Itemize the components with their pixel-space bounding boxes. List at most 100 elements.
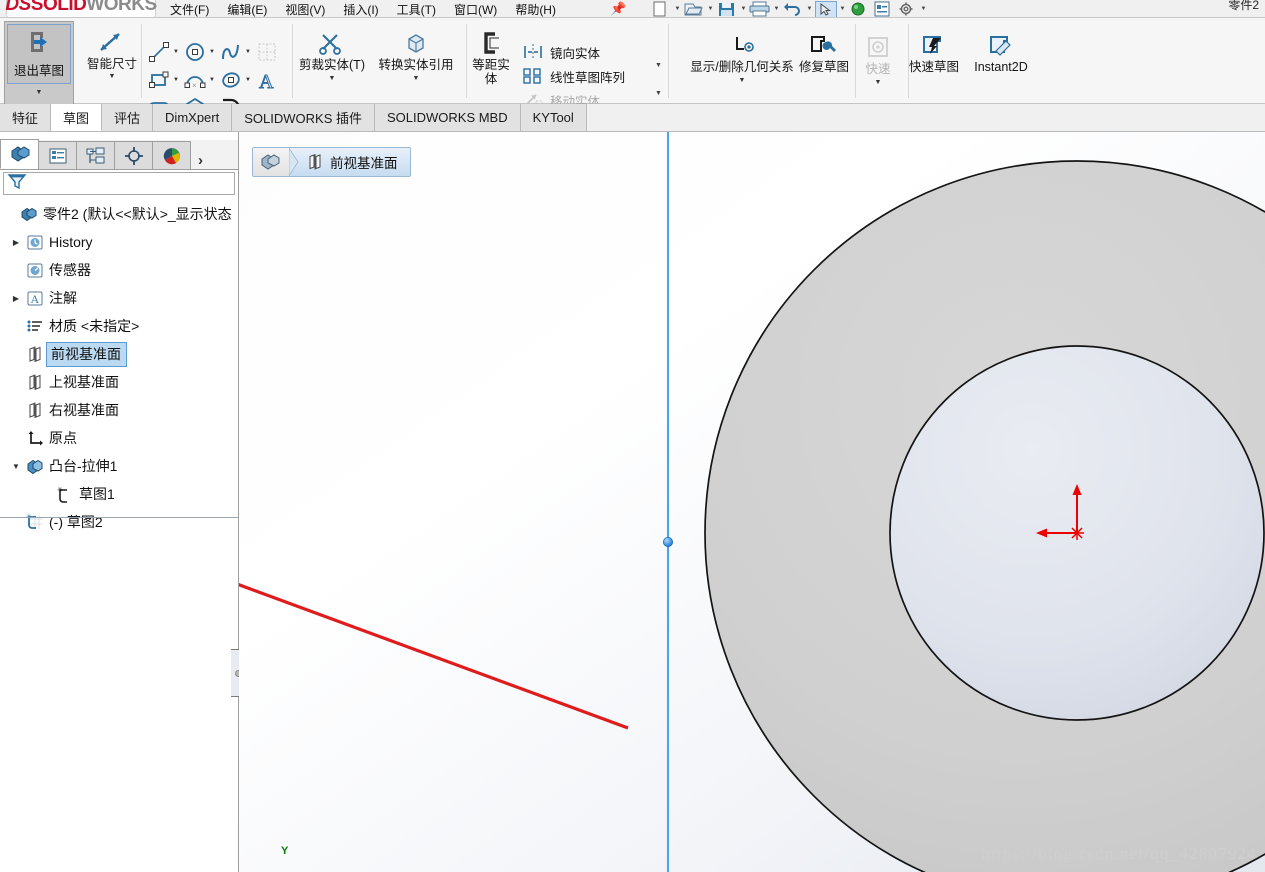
chevron-down-icon[interactable]: ▼ <box>875 79 882 86</box>
tree-item-material[interactable]: 材质 <未指定> <box>0 312 238 340</box>
ellipse-tool[interactable]: ▼ <box>218 66 254 94</box>
undo-icon[interactable] <box>782 1 804 18</box>
tree-expander[interactable]: ▼ <box>8 462 24 471</box>
circle-tool[interactable]: ▼ <box>182 38 218 66</box>
dimxpert-manager-tab[interactable] <box>114 141 153 169</box>
tab-sketch[interactable]: 草图 <box>51 104 103 131</box>
chevron-down-icon[interactable]: ▼ <box>740 6 747 12</box>
tree-item-label: 右视基准面 <box>49 402 119 418</box>
tree-expander[interactable]: ▶ <box>8 294 24 303</box>
chevron-down-icon[interactable]: ▼ <box>245 49 251 55</box>
menu-edit[interactable]: 编辑(E) <box>227 1 267 18</box>
part-icon[interactable] <box>253 148 289 176</box>
view-triad: Y <box>281 845 289 857</box>
tree-item-sketch1[interactable]: ✳ 草图1 <box>0 480 238 508</box>
chevron-down-icon[interactable]: ▼ <box>173 77 179 83</box>
tree-item-part[interactable]: 零件2 (默认<<默认>_显示状态 <box>0 200 238 228</box>
menu-help[interactable]: 帮助(H) <box>515 1 556 18</box>
rollback-bar[interactable] <box>0 517 238 518</box>
tree-item-boss-extrude1[interactable]: ▼ 凸台-拉伸1 <box>0 452 238 480</box>
smart-dimension-label: 智能尺寸 <box>86 57 137 71</box>
tab-features[interactable]: 特征 <box>0 104 52 131</box>
property-manager-tab[interactable] <box>38 141 77 169</box>
linear-sketch-pattern-button[interactable]: 线性草图阵列 <box>522 66 625 86</box>
display-delete-relations-button[interactable]: 显示/删除几何关系 ▼ <box>672 32 812 84</box>
menu-file[interactable]: 文件(F) <box>170 1 209 18</box>
tree-item-annotations[interactable]: ▶ A 注解 <box>0 284 238 312</box>
graphics-area[interactable]: ▼ ▼ ▼ ▼ ▼ <box>239 132 1265 872</box>
pin-icon[interactable]: 📌 <box>610 1 626 17</box>
menu-view[interactable]: 视图(V) <box>285 1 325 18</box>
arc-tool[interactable]: × ▼ <box>182 66 218 94</box>
chevron-down-icon[interactable]: ▼ <box>806 6 813 12</box>
chevron-down-icon[interactable]: ▼ <box>739 77 746 84</box>
tab-solidworks-mbd[interactable]: SOLIDWORKS MBD <box>374 104 521 131</box>
smart-dimension-button[interactable]: 智能尺寸 ▼ <box>75 28 149 80</box>
repair-sketch-button[interactable]: 修复草图 <box>796 32 852 74</box>
tree-item-top-plane[interactable]: 上视基准面 <box>0 368 238 396</box>
tree-item-history[interactable]: ▶ History <box>0 228 238 256</box>
instant2d-button[interactable]: Instant2D <box>962 32 1040 74</box>
search-input[interactable] <box>27 175 227 192</box>
solidworks-logo[interactable]: DSSOLIDWORKS <box>5 0 157 17</box>
tab-label: 特征 <box>12 111 39 126</box>
mirror-entities-button[interactable]: 镜向实体 <box>522 42 600 62</box>
feature-tree-filter[interactable] <box>3 172 235 195</box>
line-tool[interactable]: ▼ <box>146 38 182 66</box>
menu-insert[interactable]: 插入(I) <box>343 1 378 18</box>
chevron-down-icon[interactable]: ▼ <box>329 75 336 82</box>
chevron-down-icon[interactable]: ▼ <box>839 6 846 12</box>
spline-tool[interactable]: ▼ <box>218 38 254 66</box>
extrude-boss-icon <box>24 458 46 475</box>
open-document-icon[interactable] <box>683 1 705 18</box>
chevron-down-icon[interactable]: ▼ <box>773 6 780 12</box>
select-icon[interactable] <box>815 0 837 17</box>
tree-item-origin[interactable]: 原点 <box>0 424 238 452</box>
file-properties-icon[interactable] <box>872 1 894 18</box>
tree-item-right-plane[interactable]: 右视基准面 <box>0 396 238 424</box>
rectangle-tool[interactable]: ▼ <box>146 66 182 94</box>
exit-sketch-button[interactable]: 退出草图 ▼ <box>4 21 74 117</box>
tab-kytool[interactable]: KYTool <box>520 104 587 131</box>
save-icon[interactable] <box>716 1 738 18</box>
print-icon[interactable] <box>749 1 771 18</box>
manager-tabs-more-button[interactable]: › <box>198 152 203 169</box>
tab-evaluate[interactable]: 评估 <box>102 104 154 131</box>
chevron-down-icon[interactable]: ▼ <box>209 77 215 83</box>
chevron-down-icon[interactable]: ▼ <box>245 77 251 83</box>
options-gear-icon[interactable] <box>896 1 918 18</box>
chevron-down-icon[interactable]: ▼ <box>5 89 73 96</box>
chevron-down-icon[interactable]: ▼ <box>173 49 179 55</box>
menu-tools[interactable]: 工具(T) <box>397 1 436 18</box>
offset-entities-button[interactable]: 等距实体 <box>467 30 515 86</box>
chevron-down-icon[interactable]: ▼ <box>920 6 927 12</box>
rebuild-icon[interactable] <box>848 1 870 18</box>
chevron-down-icon[interactable]: ▼ <box>655 62 662 69</box>
tree-item-front-plane[interactable]: 前视基准面 <box>0 340 238 368</box>
new-document-icon[interactable] <box>650 1 672 18</box>
feature-manager-tab[interactable] <box>0 139 39 169</box>
chevron-down-icon[interactable]: ▼ <box>674 6 681 12</box>
tab-solidworks-addins[interactable]: SOLIDWORKS 插件 <box>232 104 375 131</box>
menu-window[interactable]: 窗口(W) <box>454 1 497 18</box>
trim-entities-button[interactable]: 剪裁实体(T) ▼ <box>288 30 376 82</box>
chevron-down-icon[interactable]: ▼ <box>209 49 215 55</box>
text-tool[interactable]: A <box>254 66 290 94</box>
tree-item-label: (-) 草图2 <box>49 514 103 530</box>
tree-item-sketch2[interactable]: ✳ (-) 草图2 <box>0 508 238 536</box>
model-canvas[interactable]: Y <box>239 132 1265 872</box>
display-manager-tab[interactable] <box>152 141 191 169</box>
breadcrumb[interactable]: 前视基准面 <box>252 146 411 178</box>
tree-expander[interactable]: ▶ <box>8 238 24 247</box>
tab-dimxpert[interactable]: DimXpert <box>153 104 233 131</box>
red-callout-arrow <box>239 583 629 730</box>
chevron-down-icon[interactable]: ▼ <box>109 73 116 80</box>
configuration-manager-tab[interactable] <box>76 141 115 169</box>
tree-item-sensors[interactable]: 传感器 <box>0 256 238 284</box>
chevron-down-icon[interactable]: ▼ <box>707 6 714 12</box>
convert-entities-button[interactable]: 转换实体引用 ▼ <box>372 30 460 82</box>
tree-item-label: 上视基准面 <box>49 374 119 390</box>
quick-sketch-button[interactable]: 快速草图 <box>906 32 962 74</box>
chevron-down-icon[interactable]: ▼ <box>413 75 420 82</box>
chevron-down-icon[interactable]: ▼ <box>655 90 662 97</box>
